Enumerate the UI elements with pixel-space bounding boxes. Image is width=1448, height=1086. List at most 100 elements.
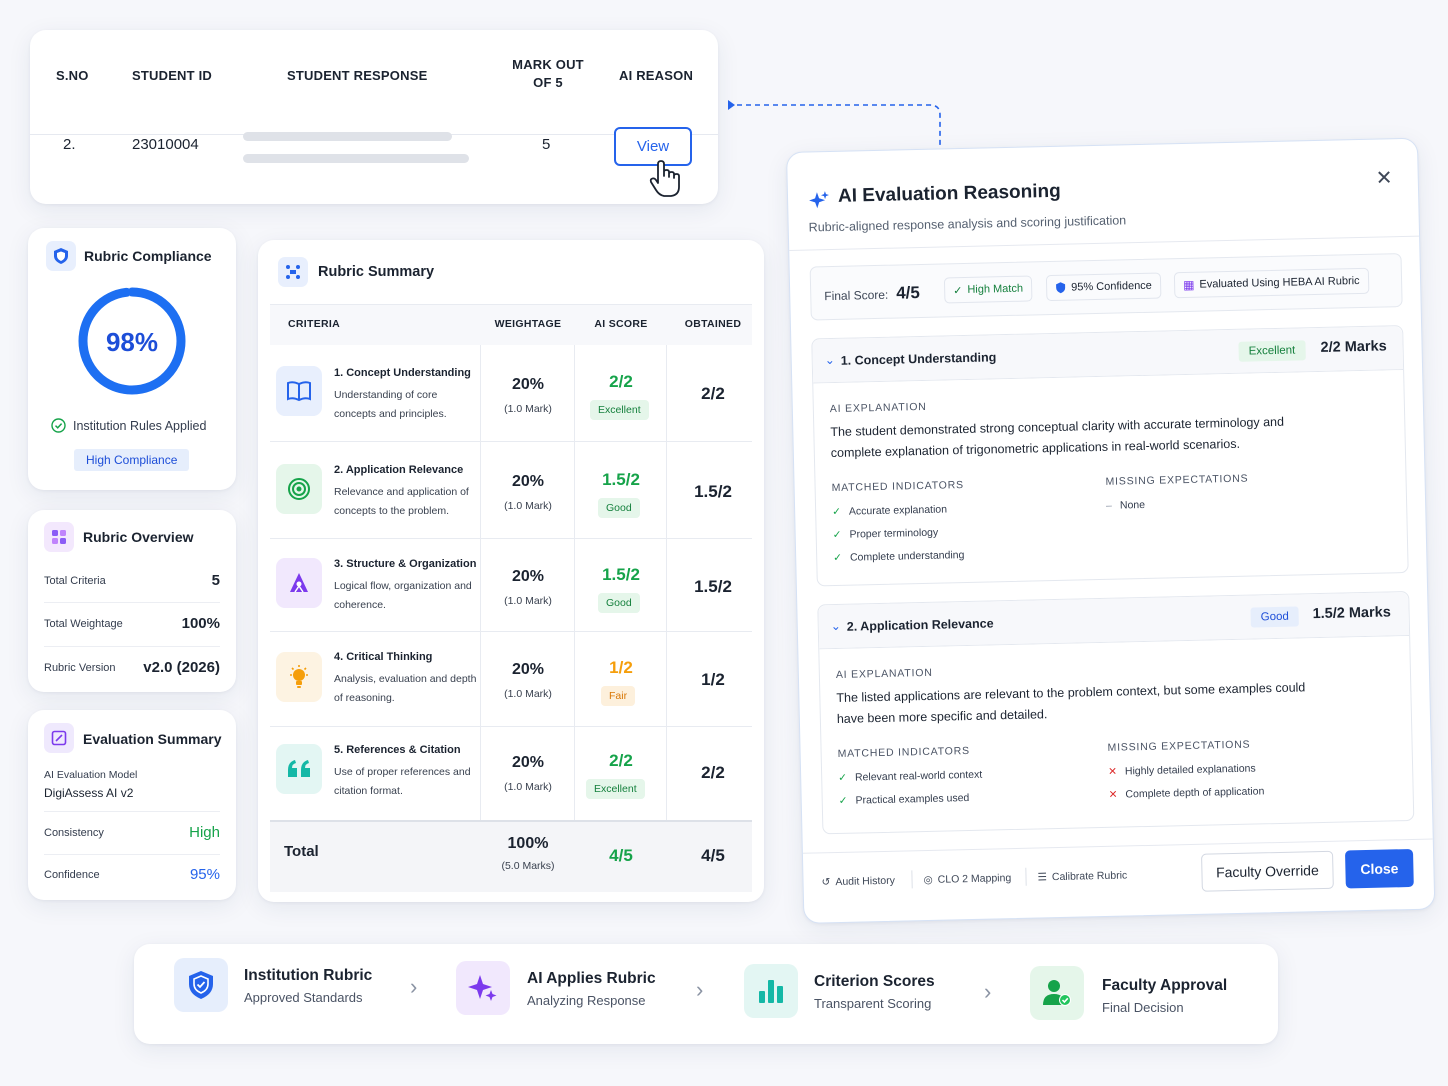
criterion-desc: Analysis, evaluation and depth of reason… bbox=[334, 673, 477, 704]
step-title: AI Applies Rubric bbox=[527, 970, 656, 987]
matched-indicator: ✓ Relevant real-world context bbox=[838, 769, 982, 784]
dash-icon: – bbox=[1105, 499, 1113, 512]
student-table-card: S.NO STUDENT ID STUDENT RESPONSE MARK OU… bbox=[30, 30, 718, 204]
col-header-mark: MARK OUT OF 5 bbox=[512, 57, 584, 90]
final-score-label: Final Score: bbox=[824, 287, 889, 304]
criterion-obtained: 2/2 bbox=[701, 763, 725, 782]
shield-icon bbox=[174, 958, 228, 1012]
check-icon: ✓ bbox=[838, 771, 848, 784]
high-match-pill: ✓ High Match bbox=[943, 275, 1033, 304]
audit-history-link[interactable]: ↺ Audit History bbox=[821, 875, 895, 889]
matched-indicators-label: MATCHED INDICATORS bbox=[837, 744, 971, 760]
check-icon: ✓ bbox=[838, 794, 848, 807]
target-icon bbox=[276, 464, 322, 514]
high-match-text: High Match bbox=[967, 282, 1024, 296]
overview-row: Total Weightage 100% bbox=[44, 615, 220, 632]
footer-divider bbox=[802, 838, 1433, 854]
final-score: 4/5 bbox=[896, 283, 921, 303]
summary-label: Consistency bbox=[44, 826, 104, 839]
step-title: Criterion Scores bbox=[814, 973, 935, 990]
criterion-badge: Good bbox=[598, 498, 640, 518]
rubric-pill-text: Evaluated Using HEBA AI Rubric bbox=[1199, 275, 1360, 291]
evaluation-summary-card: Evaluation Summary AI Evaluation Model D… bbox=[28, 710, 236, 900]
criterion-score: 2/2 bbox=[609, 372, 633, 391]
overview-value: 5 bbox=[211, 572, 220, 589]
criterion-badge: Good bbox=[598, 593, 640, 613]
x-icon: ✕ bbox=[1108, 788, 1118, 801]
chevron-right-icon: › bbox=[696, 977, 704, 1002]
col-header-sno: S.NO bbox=[56, 68, 89, 83]
row-divider bbox=[270, 441, 752, 442]
chevron-right-icon: › bbox=[984, 979, 992, 1004]
col-header-ai-reason: AI REASON bbox=[619, 68, 694, 83]
missing-expectation: ✕ Complete depth of application bbox=[1109, 785, 1265, 801]
close-icon[interactable]: ✕ bbox=[1375, 165, 1393, 190]
sliders-icon: ☰ bbox=[1037, 871, 1048, 884]
criterion-panel-badge: Good bbox=[1250, 606, 1300, 628]
criterion-badge: Excellent bbox=[586, 779, 645, 799]
calibrate-rubric-link[interactable]: ☰ Calibrate Rubric bbox=[1037, 869, 1127, 883]
matched-indicators-label: MATCHED INDICATORS bbox=[831, 479, 964, 495]
missing-expectation-text: None bbox=[1119, 498, 1146, 512]
col-divider bbox=[574, 345, 575, 891]
criterion-panel-marks: 2/2 Marks bbox=[1320, 338, 1387, 356]
compliance-badge: High Compliance bbox=[74, 449, 190, 471]
faculty-override-button[interactable]: Faculty Override bbox=[1201, 850, 1334, 892]
footer-sep bbox=[1025, 867, 1027, 886]
chevron-down-icon[interactable]: ⌄ bbox=[831, 619, 841, 633]
total-weight: 100% bbox=[507, 835, 549, 852]
hierarchy-icon bbox=[276, 558, 322, 608]
overview-title: Rubric Overview bbox=[83, 529, 194, 545]
clo-mapping-text: CLO 2 Mapping bbox=[937, 872, 1012, 886]
criterion-obtained: 1.5/2 bbox=[694, 482, 732, 501]
compliance-title: Rubric Compliance bbox=[84, 248, 212, 264]
cell-mark: 5 bbox=[542, 136, 551, 153]
col-header-criteria: CRITERIA bbox=[288, 318, 340, 330]
ai-explanation-label: AI EXPLANATION bbox=[835, 666, 933, 682]
criterion-desc: Relevance and application of concepts to… bbox=[334, 486, 469, 517]
shield-icon bbox=[46, 241, 76, 271]
summary-row: Confidence 95% bbox=[44, 866, 220, 883]
ai-explanation-text: The listed applications are relevant to … bbox=[836, 680, 1306, 726]
missing-expectation: – None bbox=[1106, 499, 1145, 512]
x-icon: ✕ bbox=[1108, 765, 1118, 778]
rubric-overview-card: Rubric Overview Total Criteria 5 Total W… bbox=[28, 510, 236, 692]
book-icon bbox=[276, 366, 322, 416]
criterion-desc: Understanding of core concepts and princ… bbox=[334, 389, 447, 420]
row-divider bbox=[270, 538, 752, 539]
col-divider bbox=[480, 345, 481, 891]
row-divider bbox=[44, 602, 220, 603]
summary-label: Confidence bbox=[44, 868, 100, 881]
chevron-right-icon: › bbox=[410, 974, 418, 999]
criterion-title: 2. Application Relevance bbox=[334, 464, 464, 476]
rubric-summary-card: Rubric Summary CRITERIA WEIGHTAGE AI SCO… bbox=[258, 240, 764, 902]
overview-label: Total Weightage bbox=[44, 617, 123, 630]
col-divider bbox=[666, 345, 667, 891]
row-divider bbox=[44, 811, 220, 812]
check-icon: ✓ bbox=[832, 528, 842, 542]
criterion-weight-sub: (1.0 Mark) bbox=[504, 403, 552, 415]
confidence-value: 95% bbox=[189, 866, 220, 883]
header-divider bbox=[789, 235, 1420, 251]
overview-row: Total Criteria 5 bbox=[44, 572, 220, 589]
row-divider bbox=[270, 726, 752, 727]
criterion-title: 1. Concept Understanding bbox=[334, 367, 471, 379]
criterion-obtained: 2/2 bbox=[701, 384, 725, 403]
overview-value: v2.0 (2026) bbox=[143, 659, 220, 676]
check-icon: ✓ bbox=[832, 505, 842, 519]
overview-label: Total Criteria bbox=[44, 574, 106, 587]
close-button[interactable]: Close bbox=[1344, 848, 1414, 889]
rules-applied: Institution Rules Applied bbox=[51, 418, 206, 433]
missing-expectations-label: MISSING EXPECTATIONS bbox=[1105, 472, 1249, 488]
chevron-down-icon[interactable]: ⌄ bbox=[825, 353, 835, 367]
matched-indicator: ✓ Practical examples used bbox=[839, 792, 970, 807]
overview-label: Rubric Version bbox=[44, 661, 116, 674]
matched-indicator-text: Accurate explanation bbox=[848, 503, 948, 518]
clo-mapping-link[interactable]: ◎ CLO 2 Mapping bbox=[923, 872, 1011, 886]
bar-chart-icon bbox=[744, 964, 798, 1018]
rubric-pill: ▦ Evaluated Using HEBA AI Rubric bbox=[1173, 267, 1369, 299]
missing-expectation: ✕ Highly detailed explanations bbox=[1108, 763, 1256, 778]
matched-indicator-text: Proper terminology bbox=[849, 526, 939, 541]
quote-icon bbox=[276, 744, 322, 794]
criterion-score: 1/2 bbox=[609, 658, 633, 677]
